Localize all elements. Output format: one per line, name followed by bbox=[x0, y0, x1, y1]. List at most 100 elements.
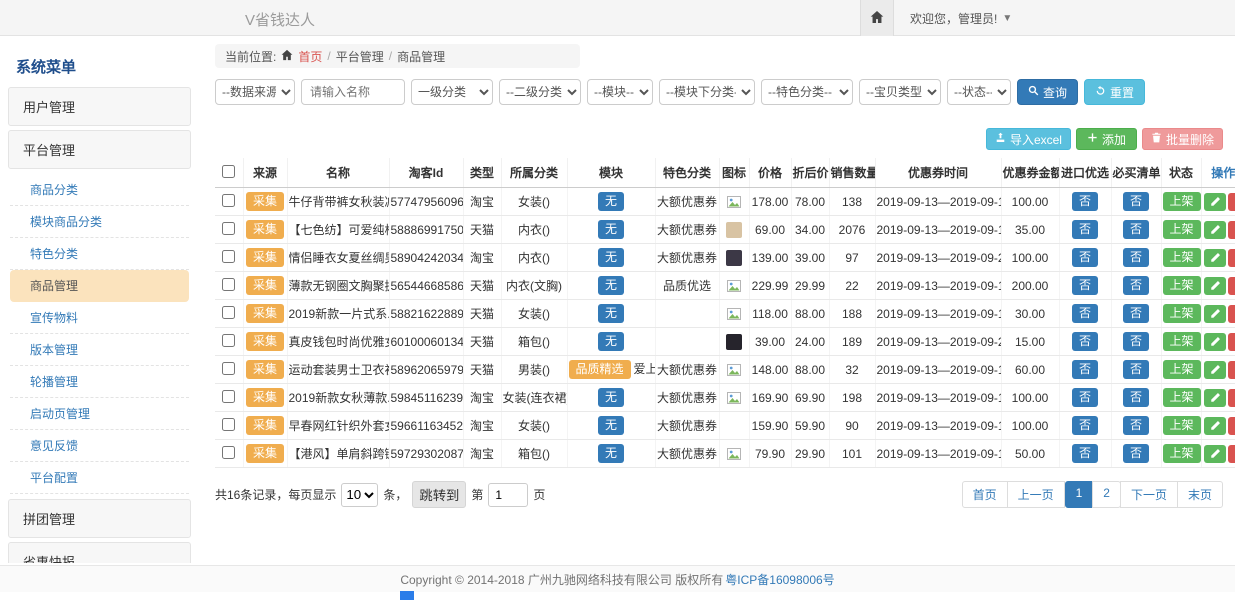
row-checkbox[interactable] bbox=[222, 418, 235, 431]
sidebar-subitem[interactable]: 启动页管理 bbox=[10, 398, 189, 430]
sidebar-subitem[interactable]: 特色分类 bbox=[10, 238, 189, 270]
status-badge[interactable]: 上架 bbox=[1163, 360, 1201, 379]
batch-delete-button[interactable]: 批量删除 bbox=[1142, 128, 1223, 150]
icp-link[interactable]: 粤ICP备16098006号 bbox=[725, 571, 834, 588]
row-checkbox[interactable] bbox=[222, 390, 235, 403]
sidebar-subitem[interactable]: 商品管理 bbox=[10, 270, 189, 302]
edit-button[interactable] bbox=[1204, 221, 1226, 239]
feature-category-select[interactable]: --特色分类-- bbox=[761, 79, 853, 105]
import-select-badge[interactable]: 否 bbox=[1072, 220, 1098, 239]
status-badge[interactable]: 上架 bbox=[1163, 332, 1201, 351]
delete-button[interactable] bbox=[1228, 445, 1235, 463]
import-select-badge[interactable]: 否 bbox=[1072, 444, 1098, 463]
jump-page-input[interactable] bbox=[488, 483, 528, 507]
status-badge[interactable]: 上架 bbox=[1163, 416, 1201, 435]
per-page-select[interactable]: 10 bbox=[341, 483, 378, 507]
delete-button[interactable] bbox=[1228, 361, 1235, 379]
pager-last[interactable]: 末页 bbox=[1177, 481, 1223, 508]
pager-page[interactable]: 2 bbox=[1092, 481, 1121, 508]
edit-button[interactable] bbox=[1204, 249, 1226, 267]
row-checkbox[interactable] bbox=[222, 250, 235, 263]
delete-button[interactable] bbox=[1228, 277, 1235, 295]
sidebar-item[interactable]: 用户管理 bbox=[8, 87, 191, 126]
delete-button[interactable] bbox=[1228, 389, 1235, 407]
module-select[interactable]: --模块-- bbox=[587, 79, 653, 105]
pager-prev[interactable]: 上一页 bbox=[1007, 481, 1065, 508]
edit-button[interactable] bbox=[1204, 445, 1226, 463]
import-select-badge[interactable]: 否 bbox=[1072, 248, 1098, 267]
row-checkbox[interactable] bbox=[222, 306, 235, 319]
delete-button[interactable] bbox=[1228, 221, 1235, 239]
home-button[interactable] bbox=[860, 0, 894, 36]
import-select-badge[interactable]: 否 bbox=[1072, 192, 1098, 211]
status-badge[interactable]: 上架 bbox=[1163, 276, 1201, 295]
must-buy-badge[interactable]: 否 bbox=[1123, 276, 1149, 295]
reset-button[interactable]: 重置 bbox=[1084, 79, 1145, 105]
status-badge[interactable]: 上架 bbox=[1163, 304, 1201, 323]
sidebar-item[interactable]: 省惠快报 bbox=[8, 542, 191, 563]
user-menu[interactable]: 欢迎您，管理员! ▼ bbox=[910, 10, 1012, 27]
status-badge[interactable]: 上架 bbox=[1163, 192, 1201, 211]
status-select[interactable]: --状态-- bbox=[947, 79, 1011, 105]
jump-button[interactable]: 跳转到 bbox=[412, 481, 466, 508]
row-checkbox[interactable] bbox=[222, 222, 235, 235]
pager-page[interactable]: 1 bbox=[1065, 481, 1094, 508]
status-badge[interactable]: 上架 bbox=[1163, 388, 1201, 407]
import-select-badge[interactable]: 否 bbox=[1072, 304, 1098, 323]
row-checkbox[interactable] bbox=[222, 194, 235, 207]
edit-button[interactable] bbox=[1204, 417, 1226, 435]
edit-button[interactable] bbox=[1204, 333, 1226, 351]
must-buy-badge[interactable]: 否 bbox=[1123, 304, 1149, 323]
search-button[interactable]: 查询 bbox=[1017, 79, 1078, 105]
delete-button[interactable] bbox=[1228, 333, 1235, 351]
delete-button[interactable] bbox=[1228, 305, 1235, 323]
data-source-select[interactable]: --数据来源-- bbox=[215, 79, 295, 105]
import-select-badge[interactable]: 否 bbox=[1072, 276, 1098, 295]
delete-button[interactable] bbox=[1228, 249, 1235, 267]
edit-button[interactable] bbox=[1204, 193, 1226, 211]
delete-button[interactable] bbox=[1228, 193, 1235, 211]
item-type-select[interactable]: --宝贝类型-- bbox=[859, 79, 941, 105]
edit-button[interactable] bbox=[1204, 389, 1226, 407]
must-buy-badge[interactable]: 否 bbox=[1123, 416, 1149, 435]
status-badge[interactable]: 上架 bbox=[1163, 248, 1201, 267]
import-select-badge[interactable]: 否 bbox=[1072, 360, 1098, 379]
must-buy-badge[interactable]: 否 bbox=[1123, 332, 1149, 351]
sidebar-subitem[interactable]: 平台配置 bbox=[10, 462, 189, 494]
import-select-badge[interactable]: 否 bbox=[1072, 332, 1098, 351]
add-button[interactable]: 添加 bbox=[1076, 128, 1137, 150]
level1-category-select[interactable]: 一级分类 bbox=[411, 79, 493, 105]
must-buy-badge[interactable]: 否 bbox=[1123, 388, 1149, 407]
status-badge[interactable]: 上架 bbox=[1163, 220, 1201, 239]
sidebar-subitem[interactable]: 模块商品分类 bbox=[10, 206, 189, 238]
delete-button[interactable] bbox=[1228, 417, 1235, 435]
pager-next[interactable]: 下一页 bbox=[1120, 481, 1178, 508]
import-excel-button[interactable]: 导入excel bbox=[986, 128, 1071, 150]
module-subcategory-select[interactable]: --模块下分类-- bbox=[659, 79, 755, 105]
sidebar-subitem[interactable]: 轮播管理 bbox=[10, 366, 189, 398]
sidebar-item[interactable]: 平台管理 bbox=[8, 130, 191, 169]
pager-first[interactable]: 首页 bbox=[962, 481, 1008, 508]
must-buy-badge[interactable]: 否 bbox=[1123, 248, 1149, 267]
sidebar-item[interactable]: 拼团管理 bbox=[8, 499, 191, 538]
row-checkbox[interactable] bbox=[222, 446, 235, 459]
row-checkbox[interactable] bbox=[222, 278, 235, 291]
select-all-checkbox[interactable] bbox=[222, 165, 235, 178]
must-buy-badge[interactable]: 否 bbox=[1123, 192, 1149, 211]
row-checkbox[interactable] bbox=[222, 362, 235, 375]
sidebar-subitem[interactable]: 商品分类 bbox=[10, 174, 189, 206]
status-badge[interactable]: 上架 bbox=[1163, 444, 1201, 463]
edit-button[interactable] bbox=[1204, 305, 1226, 323]
sidebar-subitem[interactable]: 意见反馈 bbox=[10, 430, 189, 462]
name-search-input[interactable] bbox=[301, 79, 405, 105]
edit-button[interactable] bbox=[1204, 277, 1226, 295]
must-buy-badge[interactable]: 否 bbox=[1123, 444, 1149, 463]
level2-category-select[interactable]: --二级分类-- bbox=[499, 79, 581, 105]
must-buy-badge[interactable]: 否 bbox=[1123, 360, 1149, 379]
must-buy-badge[interactable]: 否 bbox=[1123, 220, 1149, 239]
edit-button[interactable] bbox=[1204, 361, 1226, 379]
import-select-badge[interactable]: 否 bbox=[1072, 416, 1098, 435]
sidebar-subitem[interactable]: 宣传物料 bbox=[10, 302, 189, 334]
breadcrumb-home-link[interactable]: 首页 bbox=[298, 48, 322, 65]
sidebar-subitem[interactable]: 版本管理 bbox=[10, 334, 189, 366]
